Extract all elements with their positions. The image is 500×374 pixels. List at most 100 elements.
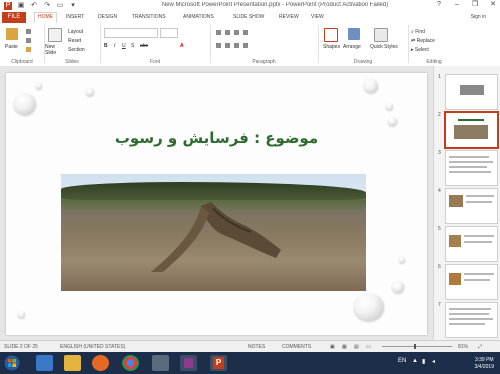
italic-icon[interactable]: I	[114, 43, 115, 49]
slide-sorter-icon[interactable]: ▦	[342, 344, 347, 350]
slide-thumbnail[interactable]: 6	[438, 264, 498, 300]
cut-icon[interactable]	[26, 29, 31, 34]
zoom-slider-thumb[interactable]	[414, 344, 416, 349]
new-slide-icon[interactable]	[48, 28, 62, 42]
align-center-icon[interactable]	[225, 43, 230, 48]
tab-file[interactable]: FILE	[2, 12, 26, 23]
thumbnail-graphic	[449, 195, 463, 207]
thumbnail-number: 2	[438, 112, 441, 118]
layout-button[interactable]: Layout	[68, 29, 83, 35]
slide-thumbnail[interactable]: 5	[438, 226, 498, 262]
windows-start-icon[interactable]	[3, 355, 21, 371]
copy-icon[interactable]	[26, 38, 31, 43]
zoom-level[interactable]: 81%	[458, 344, 468, 350]
firefox-icon[interactable]	[92, 355, 109, 371]
restore-button[interactable]: ❐	[470, 0, 480, 10]
slide-thumbnail[interactable]: 7	[438, 302, 498, 338]
clock[interactable]: 3:39 PM 3/4/2019	[475, 357, 494, 371]
font-size-box[interactable]	[160, 28, 178, 38]
minimize-button[interactable]: –	[452, 0, 462, 10]
fit-slide-icon[interactable]: ⤢	[478, 344, 482, 350]
close-button[interactable]: ✕	[488, 0, 498, 10]
align-right-icon[interactable]	[234, 43, 239, 48]
normal-view-icon[interactable]: ▣	[330, 344, 335, 350]
app-icon[interactable]	[152, 355, 169, 371]
help-button[interactable]: ?	[434, 0, 444, 10]
tab-review[interactable]: REVIEW	[279, 14, 299, 20]
powerpoint-app-icon[interactable]: P	[4, 2, 12, 10]
tab-slide-show[interactable]: SLIDE SHOW	[233, 14, 264, 20]
current-slide[interactable]: موضوع : فرسایش و رسوب	[6, 73, 427, 335]
clock-time: 3:39 PM	[474, 357, 494, 363]
shapes-button[interactable]: Shapes	[323, 44, 340, 50]
find-button[interactable]: ⌕ Find	[411, 29, 425, 35]
slide-thumbnail[interactable]: 4	[438, 188, 498, 224]
comments-button[interactable]: COMMENTS	[282, 344, 311, 350]
slideshow-icon[interactable]: ▭	[56, 2, 64, 10]
slide-title[interactable]: موضوع : فرسایش و رسوب	[6, 129, 427, 147]
tab-insert[interactable]: INSERT	[66, 14, 84, 20]
window-controls: ? – ❐ ✕	[434, 0, 498, 10]
reading-view-icon[interactable]: ▤	[354, 344, 359, 350]
water-drop-decoration	[386, 103, 393, 110]
chrome-icon[interactable]	[122, 355, 139, 371]
font-name-box[interactable]	[104, 28, 158, 38]
thumbnail-text-line	[466, 201, 492, 203]
font-color-icon[interactable]: A	[180, 43, 184, 49]
quick-styles-button[interactable]: Quick Styles	[370, 44, 398, 50]
paragraph-group: Paragraph	[210, 25, 319, 65]
underline-icon[interactable]: U	[122, 43, 126, 49]
numbering-icon[interactable]	[225, 30, 230, 35]
powerpoint-taskbar-icon[interactable]: P	[210, 355, 227, 371]
quick-styles-icon[interactable]	[374, 28, 388, 42]
replace-button[interactable]: ⇄ Replace	[411, 38, 435, 44]
file-explorer-icon[interactable]	[64, 355, 81, 371]
show-hidden-icons-icon[interactable]: ▲	[412, 358, 418, 364]
erosion-photo[interactable]	[61, 174, 366, 291]
language-indicator[interactable]: ENGLISH (UNITED STATES)	[60, 344, 125, 350]
shadow-icon[interactable]: S	[131, 43, 134, 49]
winrar-glyph	[184, 358, 193, 368]
tab-animations[interactable]: ANIMATIONS	[183, 14, 214, 20]
zoom-slider[interactable]	[382, 346, 452, 347]
justify-icon[interactable]	[243, 43, 248, 48]
sign-in-link[interactable]: Sign in	[471, 14, 486, 20]
strikethrough-icon[interactable]: abc	[140, 43, 148, 49]
redo-icon[interactable]: ↷	[43, 2, 51, 10]
align-left-icon[interactable]	[216, 43, 221, 48]
tab-transitions[interactable]: TRANSITIONS	[132, 14, 166, 20]
reset-button[interactable]: Reset	[68, 38, 81, 44]
undo-icon[interactable]: ↶	[30, 2, 38, 10]
new-slide-button[interactable]: New Slide	[45, 44, 65, 56]
customize-qat-icon[interactable]: ▾	[69, 2, 77, 10]
tab-view[interactable]: VIEW	[311, 14, 324, 20]
water-drop-decoration	[392, 281, 404, 293]
tab-design[interactable]: DESIGN	[98, 14, 117, 20]
bullets-icon[interactable]	[216, 30, 221, 35]
select-button[interactable]: ▸ Select	[411, 47, 429, 53]
bold-icon[interactable]: B	[104, 43, 108, 49]
increase-indent-icon[interactable]	[243, 30, 248, 35]
winrar-icon[interactable]	[180, 355, 197, 371]
decrease-indent-icon[interactable]	[234, 30, 239, 35]
thumbnail-image	[445, 226, 498, 262]
slide-thumbnail[interactable]: 2	[438, 111, 499, 149]
section-button[interactable]: Section	[68, 47, 85, 53]
paste-button[interactable]: Paste	[5, 44, 18, 50]
volume-icon[interactable]: ◂	[432, 358, 435, 365]
notes-button[interactable]: NOTES	[248, 344, 265, 350]
internet-explorer-icon[interactable]	[36, 355, 53, 371]
windows-taskbar: P EN ▲ ▮ ◂ 3:39 PM 3/4/2019	[0, 352, 500, 374]
slide-thumbnail[interactable]: 1	[438, 74, 498, 110]
format-painter-icon[interactable]	[26, 47, 31, 52]
save-icon[interactable]: ▣	[17, 2, 25, 10]
arrange-button[interactable]: Arrange	[343, 44, 361, 50]
paste-icon[interactable]	[6, 28, 18, 40]
slideshow-view-icon[interactable]: ▭	[366, 344, 371, 350]
arrange-icon[interactable]	[348, 28, 360, 40]
network-icon[interactable]: ▮	[422, 358, 425, 365]
shapes-icon[interactable]	[324, 28, 338, 42]
slide-thumbnail[interactable]: 3	[438, 150, 498, 186]
language-bar[interactable]: EN	[398, 358, 406, 364]
thumbnail-image	[445, 302, 498, 338]
